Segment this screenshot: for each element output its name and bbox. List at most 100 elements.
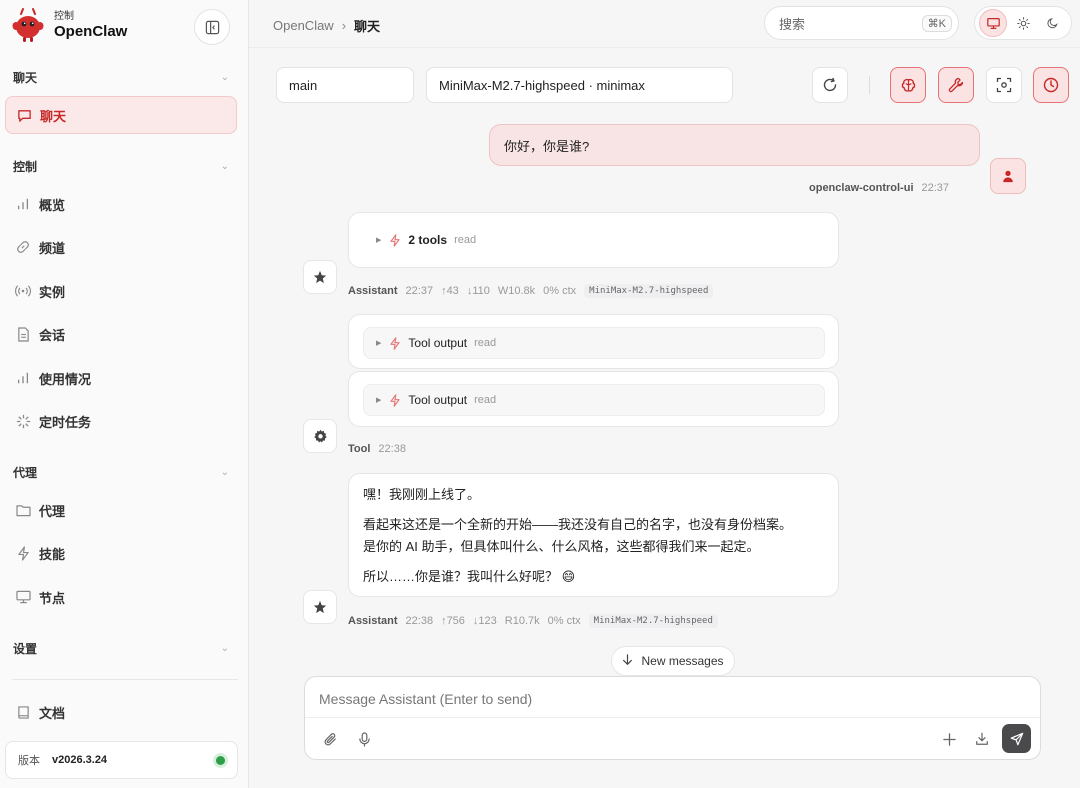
folder-icon	[15, 502, 31, 518]
download-button[interactable]	[970, 727, 994, 751]
voice-input-button[interactable]	[352, 727, 376, 751]
tool-calls-card[interactable]: ▶ 2 tools read	[348, 212, 839, 268]
tool-output-card: ▶ Tool output read	[348, 314, 839, 369]
tool-calls-summary[interactable]: ▶ 2 tools read	[376, 233, 476, 247]
openclaw-logo-icon	[12, 8, 44, 44]
lightning-icon	[389, 233, 401, 247]
sidebar-item-skills[interactable]: 技能	[5, 534, 237, 572]
link-icon	[15, 239, 31, 255]
sidebar: 控制 OpenClaw 聊天 ⌄ 聊天 控制 ⌄ 概览 频道 实例 会话 使用情	[0, 0, 249, 788]
message-time: 22:37	[405, 285, 434, 297]
sidebar-item-channels[interactable]: 频道	[5, 228, 237, 266]
chevron-down-icon: ⌄	[220, 643, 229, 654]
chevron-down-icon: ⌄	[220, 467, 229, 478]
brand-name: OpenClaw	[54, 23, 128, 40]
message-time: 22:38	[405, 615, 434, 627]
context-usage: 0% ctx	[543, 285, 577, 297]
search-shortcut: ⌘K	[921, 14, 952, 32]
brand[interactable]: 控制 OpenClaw	[12, 8, 127, 44]
sidebar-item-instances[interactable]: 实例	[5, 272, 237, 310]
assistant-message-meta: Assistant 22:37 ↑43 ↓110 W10.8k 0% ctx M…	[348, 284, 714, 298]
bar-chart-icon	[15, 196, 31, 212]
sender-name: Assistant	[348, 285, 398, 297]
assistant-reply-bubble: 嘿！我刚刚上线了。 看起来这还是一个全新的开始——我还没有自己的名字，也没有身份…	[348, 473, 839, 597]
message-time: 22:38	[378, 443, 406, 455]
reply-paragraph: 看起来这还是一个全新的开始——我还没有自己的名字，也没有身份档案。	[363, 517, 793, 532]
new-messages-label: New messages	[641, 654, 724, 668]
sidebar-item-overview[interactable]: 概览	[5, 185, 237, 223]
session-select[interactable]: main	[276, 67, 414, 103]
attach-button[interactable]	[318, 727, 342, 751]
tool-avatar	[303, 419, 337, 453]
status-dot	[216, 755, 225, 765]
nav-section-chat[interactable]: 聊天 ⌄	[13, 69, 229, 86]
nav-section-control[interactable]: 控制 ⌄	[13, 158, 229, 175]
message-input[interactable]	[319, 687, 1019, 711]
sidebar-item-nodes[interactable]: 节点	[5, 578, 237, 616]
tool-message-meta: Tool 22:38	[348, 443, 406, 455]
refresh-button[interactable]	[812, 67, 848, 103]
sidebar-item-label: 代理	[39, 503, 66, 519]
tool-output-row[interactable]: ▶ Tool output read	[363, 327, 825, 359]
search-box[interactable]: 搜索 ⌘K	[764, 6, 959, 40]
tool-output-tag: read	[474, 337, 497, 349]
tokens-in: ↑756	[441, 615, 465, 627]
schedule-button[interactable]	[1033, 67, 1069, 103]
focus-icon	[996, 77, 1012, 93]
tool-calls-tag: read	[454, 234, 477, 246]
monitor-icon	[986, 17, 1000, 29]
sidebar-item-agents[interactable]: 代理	[5, 491, 237, 529]
reply-paragraph: 是你的 AI 助手，但具体叫什么、什么风格，这些都得我们来一起定。	[363, 539, 760, 554]
sender-name: openclaw-control-ui	[809, 182, 914, 194]
nav-section-agents[interactable]: 代理 ⌄	[13, 464, 229, 481]
sender-name: Assistant	[348, 615, 398, 627]
sidebar-toggle-icon	[205, 20, 219, 34]
tools-toggle-button[interactable]	[938, 67, 974, 103]
paperclip-icon	[324, 732, 336, 745]
theme-light-button[interactable]	[1009, 9, 1037, 37]
sidebar-item-label: 会话	[39, 327, 66, 343]
theme-system-button[interactable]	[979, 9, 1007, 37]
toolbar-separator	[869, 76, 870, 94]
sidebar-item-docs[interactable]: 文档	[5, 693, 237, 731]
thinking-toggle-button[interactable]	[890, 67, 926, 103]
user-message-bubble: 你好，你是谁?	[489, 124, 980, 166]
model-select-value: MiniMax-M2.7-highspeed · minimax	[439, 77, 645, 93]
lightning-icon	[15, 545, 31, 561]
version-number: v2026.3.24	[52, 754, 108, 766]
sidebar-collapse-button[interactable]	[194, 9, 230, 45]
breadcrumb-root[interactable]: OpenClaw	[273, 18, 334, 33]
sidebar-item-sessions[interactable]: 会话	[5, 315, 237, 353]
sidebar-item-usage[interactable]: 使用情况	[5, 359, 237, 397]
reply-paragraph: 所以……你是谁？我叫什么好呢？ 😄	[363, 569, 576, 584]
loader-icon	[15, 413, 31, 429]
add-button[interactable]	[937, 727, 961, 751]
search-placeholder: 搜索	[779, 16, 806, 32]
assistant-avatar	[303, 260, 337, 294]
sidebar-item-cron[interactable]: 定时任务	[5, 402, 237, 440]
sidebar-item-label: 频道	[39, 240, 66, 256]
disclosure-triangle-icon: ▶	[376, 340, 382, 347]
sidebar-item-label: 技能	[39, 546, 66, 562]
new-messages-button[interactable]: New messages	[611, 646, 735, 676]
focus-mode-button[interactable]	[986, 67, 1022, 103]
sidebar-divider	[12, 679, 238, 680]
assistant-message-meta: Assistant 22:38 ↑756 ↓123 R10.7k 0% ctx …	[348, 614, 718, 628]
version-label: 版本	[18, 755, 40, 767]
sidebar-item-label: 概览	[39, 197, 66, 213]
tokens-out: ↓110	[466, 285, 490, 297]
tool-output-row[interactable]: ▶ Tool output read	[363, 384, 825, 416]
monitor-icon	[15, 589, 31, 605]
cache-tokens: R10.7k	[504, 615, 540, 627]
disclosure-triangle-icon: ▶	[376, 237, 382, 244]
breadcrumb-separator: ›	[341, 18, 347, 33]
model-select[interactable]: MiniMax-M2.7-highspeed · minimax	[426, 67, 733, 103]
theme-dark-button[interactable]	[1039, 9, 1067, 37]
nav-section-settings[interactable]: 设置 ⌄	[13, 640, 229, 657]
tool-output-card: ▶ Tool output read	[348, 371, 839, 427]
sidebar-item-label: 节点	[39, 590, 66, 606]
sidebar-item-label: 聊天	[40, 108, 67, 124]
send-button[interactable]	[1002, 724, 1031, 753]
sidebar-item-chat[interactable]: 聊天	[5, 96, 237, 134]
sidebar-item-label: 文档	[39, 705, 66, 721]
